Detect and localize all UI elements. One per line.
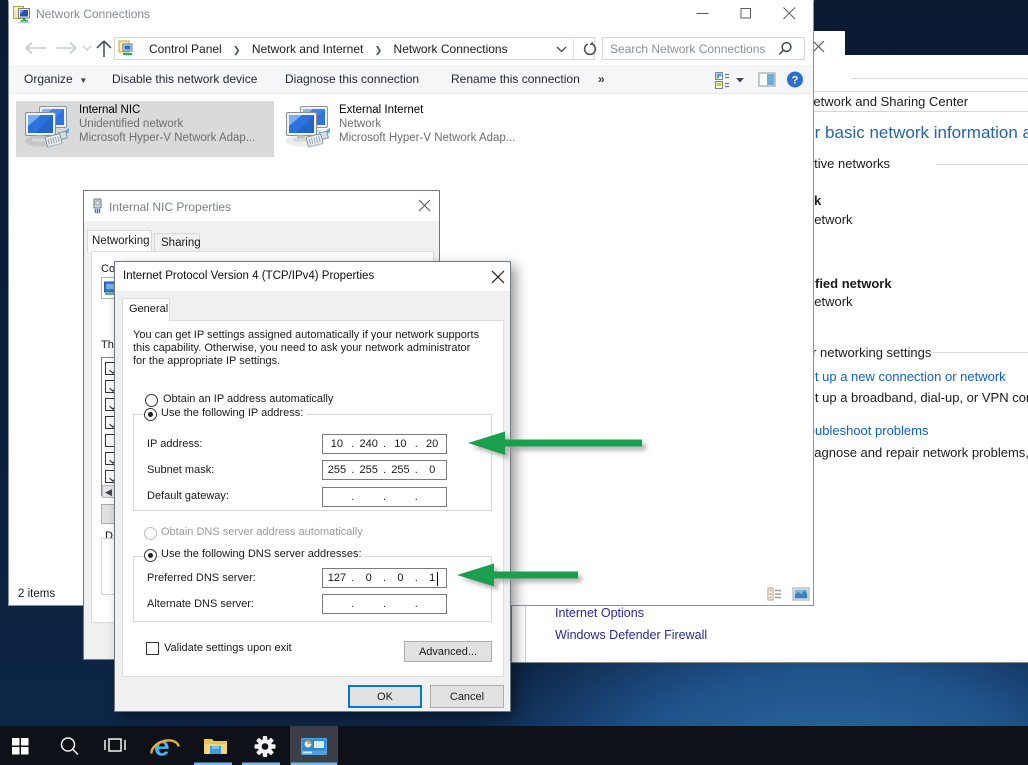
svg-text:?: ?: [792, 75, 799, 87]
